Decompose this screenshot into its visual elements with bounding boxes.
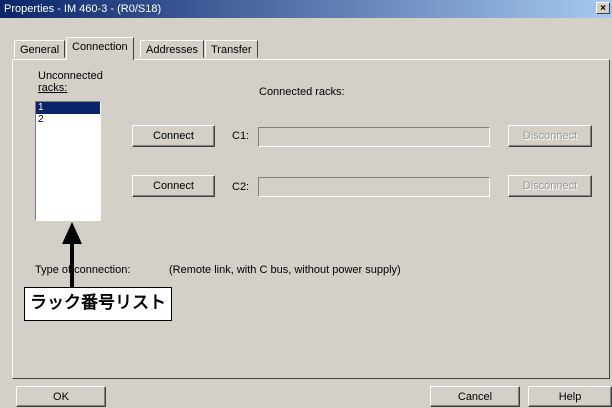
properties-dialog: Properties - IM 460-3 - (R0/S18) × Gener…: [0, 0, 612, 408]
callout-arrow: [62, 222, 82, 292]
callout-label: ラック番号リスト: [24, 287, 172, 321]
